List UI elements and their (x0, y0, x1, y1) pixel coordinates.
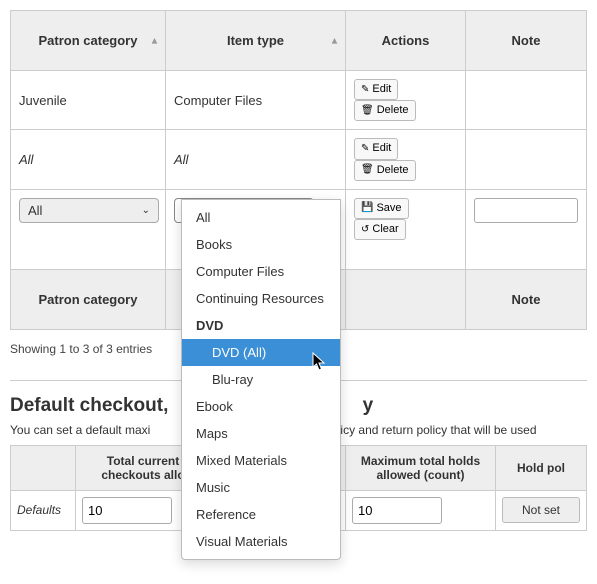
cell-item-type: Computer Files (166, 71, 346, 130)
header-patron-category[interactable]: Patron category ▴ (11, 11, 166, 71)
dropdown-option[interactable]: Reference (182, 501, 340, 528)
cell-item-type: All (166, 130, 346, 189)
clear-button[interactable]: ↺ Clear (354, 219, 406, 240)
cell-note (466, 71, 587, 130)
undo-icon: ↺ (361, 224, 369, 236)
patron-category-select[interactable]: All ⌄ (19, 198, 159, 223)
header-item-type[interactable]: Item type ▴ (166, 11, 346, 71)
dropdown-option[interactable]: Mixed Materials (182, 447, 340, 474)
dropdown-option[interactable]: Music (182, 474, 340, 501)
header-actions: Actions (346, 11, 466, 71)
table-row: Juvenile Computer Files ✎ Edit 🗑 Delete (11, 71, 587, 130)
hold-policy-select[interactable]: Not set (502, 497, 580, 523)
dropdown-option[interactable]: Books (182, 231, 340, 258)
edit-button[interactable]: ✎ Edit (354, 79, 398, 100)
dropdown-option[interactable]: Visual Materials (182, 528, 340, 555)
header-row: Patron category ▴ Item type ▴ Actions No… (11, 11, 587, 71)
sort-asc-icon: ▴ (332, 35, 337, 46)
save-icon: 💾 (361, 202, 373, 214)
footer-actions (346, 269, 466, 329)
dropdown-option[interactable]: Blu-ray (182, 366, 340, 393)
footer-note: Note (466, 269, 587, 329)
dropdown-option[interactable]: DVD (All) (182, 339, 340, 366)
defaults-label: Defaults (11, 490, 76, 530)
dropdown-option[interactable]: Computer Files (182, 258, 340, 285)
cell-patron-category: All (11, 130, 166, 189)
dropdown-option[interactable]: DVD (182, 312, 340, 339)
note-input[interactable] (474, 198, 578, 223)
defaults-header-hold-policy: Hold pol (496, 445, 587, 490)
dropdown-option[interactable]: Ebook (182, 393, 340, 420)
footer-patron-category: Patron category (11, 269, 166, 329)
cell-patron-category: Juvenile (11, 71, 166, 130)
save-button[interactable]: 💾 Save (354, 198, 409, 219)
dropdown-option[interactable]: All (182, 204, 340, 231)
sort-asc-icon: ▴ (152, 35, 157, 46)
cell-note (466, 130, 587, 189)
cell-actions: ✎ Edit 🗑 Delete (346, 71, 466, 130)
pencil-icon: ✎ (361, 143, 369, 155)
chevron-down-icon: ⌄ (142, 205, 150, 216)
defaults-header-empty (11, 445, 76, 490)
item-type-dropdown[interactable]: AllBooksComputer FilesContinuing Resourc… (181, 199, 341, 560)
dropdown-option[interactable]: Maps (182, 420, 340, 447)
cell-actions: ✎ Edit 🗑 Delete (346, 130, 466, 189)
pencil-icon: ✎ (361, 84, 369, 96)
total-checkouts-input[interactable] (82, 497, 172, 524)
trash-icon: 🗑 (361, 105, 374, 117)
delete-button[interactable]: 🗑 Delete (354, 160, 416, 181)
dropdown-option[interactable]: Continuing Resources (182, 285, 340, 312)
header-note: Note (466, 11, 587, 71)
defaults-header-holds: Maximum total holds allowed (count) (346, 445, 496, 490)
delete-button[interactable]: 🗑 Delete (354, 100, 416, 121)
max-holds-input[interactable] (352, 497, 442, 524)
table-row: All All ✎ Edit 🗑 Delete (11, 130, 587, 189)
edit-button[interactable]: ✎ Edit (354, 138, 398, 159)
trash-icon: 🗑 (361, 164, 374, 176)
